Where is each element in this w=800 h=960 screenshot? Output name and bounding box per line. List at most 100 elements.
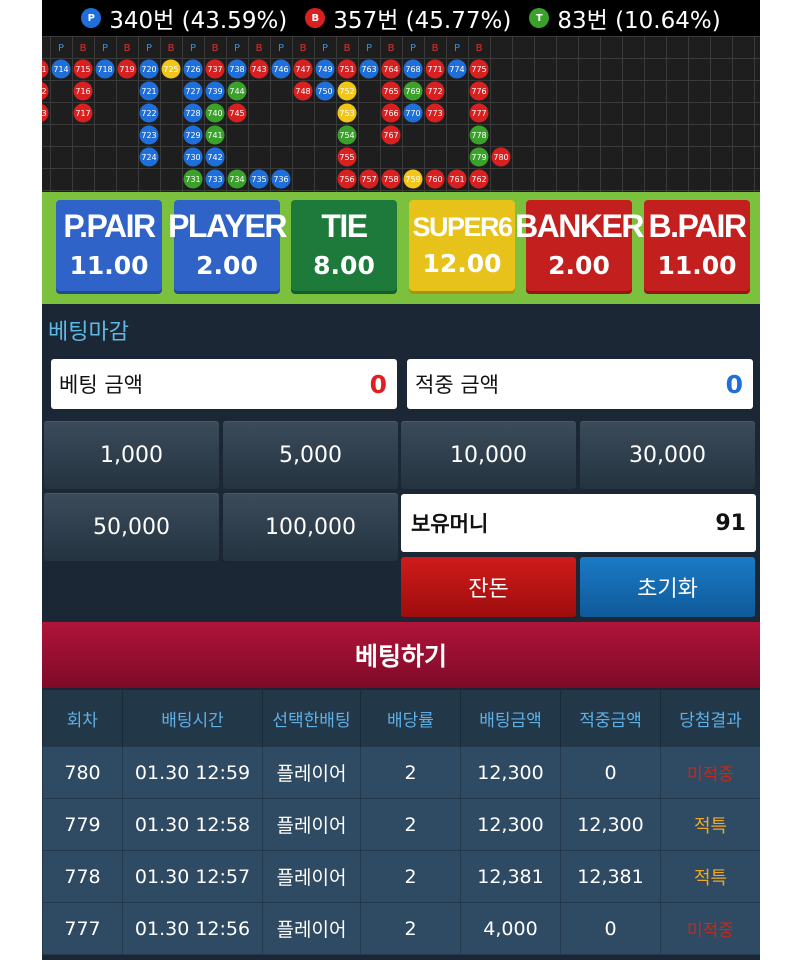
col-win: 적중금액 xyxy=(560,690,661,747)
win-amount-box: 적중 금액 0 xyxy=(407,359,753,409)
road-bead-label: 749 xyxy=(317,65,332,74)
cell-round: 778 xyxy=(42,850,123,903)
chip-5000-button[interactable]: 5,000 xyxy=(223,421,398,489)
bet-name: PLAYER xyxy=(168,208,287,244)
road-bead-label: 712 xyxy=(42,87,47,96)
chip-30000-button[interactable]: 30,000 xyxy=(580,421,755,489)
cell-result: 적특 xyxy=(660,850,760,903)
table-row: 780 01.30 12:59 플레이어 2 12,300 0 미적중 xyxy=(42,746,760,799)
col-time: 배팅시간 xyxy=(122,690,263,747)
road-bead-label: 718 xyxy=(97,65,112,74)
road-bead-label: 731 xyxy=(185,175,200,184)
road-bead-label: 772 xyxy=(427,87,442,96)
road-bead-label: 711 xyxy=(42,65,47,74)
road-bead-label: 764 xyxy=(383,65,398,74)
road-header-label: P xyxy=(454,43,460,54)
road-bead-label: 775 xyxy=(471,65,486,74)
road-bead-label: 724 xyxy=(141,153,156,162)
road-bead-label: 777 xyxy=(471,109,486,118)
cell-result: 적특 xyxy=(660,798,760,851)
road-bead-label: 746 xyxy=(273,65,288,74)
cell-round: 777 xyxy=(42,902,123,955)
col-result: 당첨결과 xyxy=(660,690,760,747)
reset-button[interactable]: 초기화 xyxy=(580,557,755,617)
road-bead-label: 752 xyxy=(339,87,354,96)
road-bead-label: 761 xyxy=(449,175,464,184)
cell-time: 01.30 12:56 xyxy=(122,902,263,955)
road-header-label: B xyxy=(124,43,131,54)
betting-status: 베팅마감 xyxy=(48,320,129,345)
cell-win: 12,300 xyxy=(560,798,661,851)
bet-history-table: 회차 배팅시간 선택한배팅 배당률 배팅금액 적중금액 당첨결과 780 01.… xyxy=(42,690,760,955)
road-header-label: B xyxy=(432,43,439,54)
bet-b-pair-button[interactable]: B.PAIR 11.00 xyxy=(644,200,750,294)
cell-amount: 12,300 xyxy=(460,746,561,799)
chip-1000-button[interactable]: 1,000 xyxy=(44,421,219,489)
road-bead-label: 769 xyxy=(405,87,420,96)
bet-banker-button[interactable]: BANKER 2.00 xyxy=(515,200,644,294)
banker-stat: B 357번 (45.77%) xyxy=(305,1,511,35)
road-bead-label: 720 xyxy=(141,65,156,74)
road-header-label: B xyxy=(256,43,263,54)
bet-options: P.PAIR 11.00 PLAYER 2.00 TIE 8.00 SUPER6… xyxy=(42,192,760,304)
result-stats-bar: P 340번 (43.59%) B 357번 (45.77%) T 83번 (1… xyxy=(42,0,760,36)
road-bead-label: 765 xyxy=(383,87,398,96)
road-header-label: B xyxy=(212,43,219,54)
table-row: 779 01.30 12:58 플레이어 2 12,300 12,300 적특 xyxy=(42,798,760,851)
cell-round: 780 xyxy=(42,746,123,799)
banker-stat-text: 357번 (45.77%) xyxy=(333,8,512,34)
tie-stat: T 83번 (10.64%) xyxy=(529,1,721,35)
bet-amount-box: 베팅 금액 0 xyxy=(51,359,397,409)
road-bead-label: 771 xyxy=(427,65,442,74)
bet-player-button[interactable]: PLAYER 2.00 xyxy=(168,200,287,294)
road-bead-label: 751 xyxy=(339,65,354,74)
bet-super6-button[interactable]: SUPER6 12.00 xyxy=(409,200,515,294)
banker-badge-icon: B xyxy=(305,8,326,28)
table-header-row: 회차 배팅시간 선택한배팅 배당률 배팅금액 적중금액 당첨결과 xyxy=(42,690,760,747)
bet-name: TIE xyxy=(321,208,368,244)
road-header-label: B xyxy=(168,43,175,54)
road-bead-label: 714 xyxy=(53,65,68,74)
road-header-label: P xyxy=(234,43,240,54)
col-round: 회차 xyxy=(42,690,123,747)
cell-win: 0 xyxy=(560,902,661,955)
cell-choice: 플레이어 xyxy=(262,902,361,955)
chip-50000-button[interactable]: 50,000 xyxy=(44,493,219,561)
road-bead-label: 743 xyxy=(251,65,266,74)
road-bead-label: 747 xyxy=(295,65,310,74)
place-bet-button[interactable]: 베팅하기 xyxy=(42,622,760,688)
road-bead-label: 763 xyxy=(361,65,376,74)
road-bead-label: 740 xyxy=(207,109,222,118)
chip-100000-button[interactable]: 100,000 xyxy=(223,493,398,561)
cell-amount: 12,300 xyxy=(460,798,561,851)
road-bead-label: 719 xyxy=(119,65,134,74)
road-bead-label: 738 xyxy=(229,65,244,74)
road-header-label: P xyxy=(146,43,152,54)
win-amount-value: 0 xyxy=(725,369,743,399)
road-bead-label: 722 xyxy=(141,109,156,118)
col-odds: 배당률 xyxy=(360,690,461,747)
cell-win: 12,381 xyxy=(560,850,661,903)
road-header-label: P xyxy=(58,43,64,54)
road-header-label: P xyxy=(102,43,108,54)
bet-odds: 12.00 xyxy=(422,249,502,278)
road-bead-label: 744 xyxy=(229,87,244,96)
change-button[interactable]: 잔돈 xyxy=(401,557,576,617)
cell-choice: 플레이어 xyxy=(262,746,361,799)
bet-p-pair-button[interactable]: P.PAIR 11.00 xyxy=(56,200,162,294)
chip-10000-button[interactable]: 10,000 xyxy=(401,421,576,489)
road-bead-label: 723 xyxy=(141,131,156,140)
cell-win: 0 xyxy=(560,746,661,799)
cell-choice: 플레이어 xyxy=(262,850,361,903)
balance-box: 보유머니 91 xyxy=(401,494,756,552)
cell-time: 01.30 12:57 xyxy=(122,850,263,903)
road-bead-label: 748 xyxy=(295,87,310,96)
road-header-label: B xyxy=(344,43,351,54)
bet-odds: 11.00 xyxy=(69,251,149,280)
road-bead-label: 767 xyxy=(383,131,398,140)
bet-name: B.PAIR xyxy=(648,208,747,244)
col-choice: 선택한배팅 xyxy=(262,690,361,747)
bet-name: SUPER6 xyxy=(412,212,513,242)
cell-odds: 2 xyxy=(360,902,461,955)
bet-tie-button[interactable]: TIE 8.00 xyxy=(291,200,397,294)
